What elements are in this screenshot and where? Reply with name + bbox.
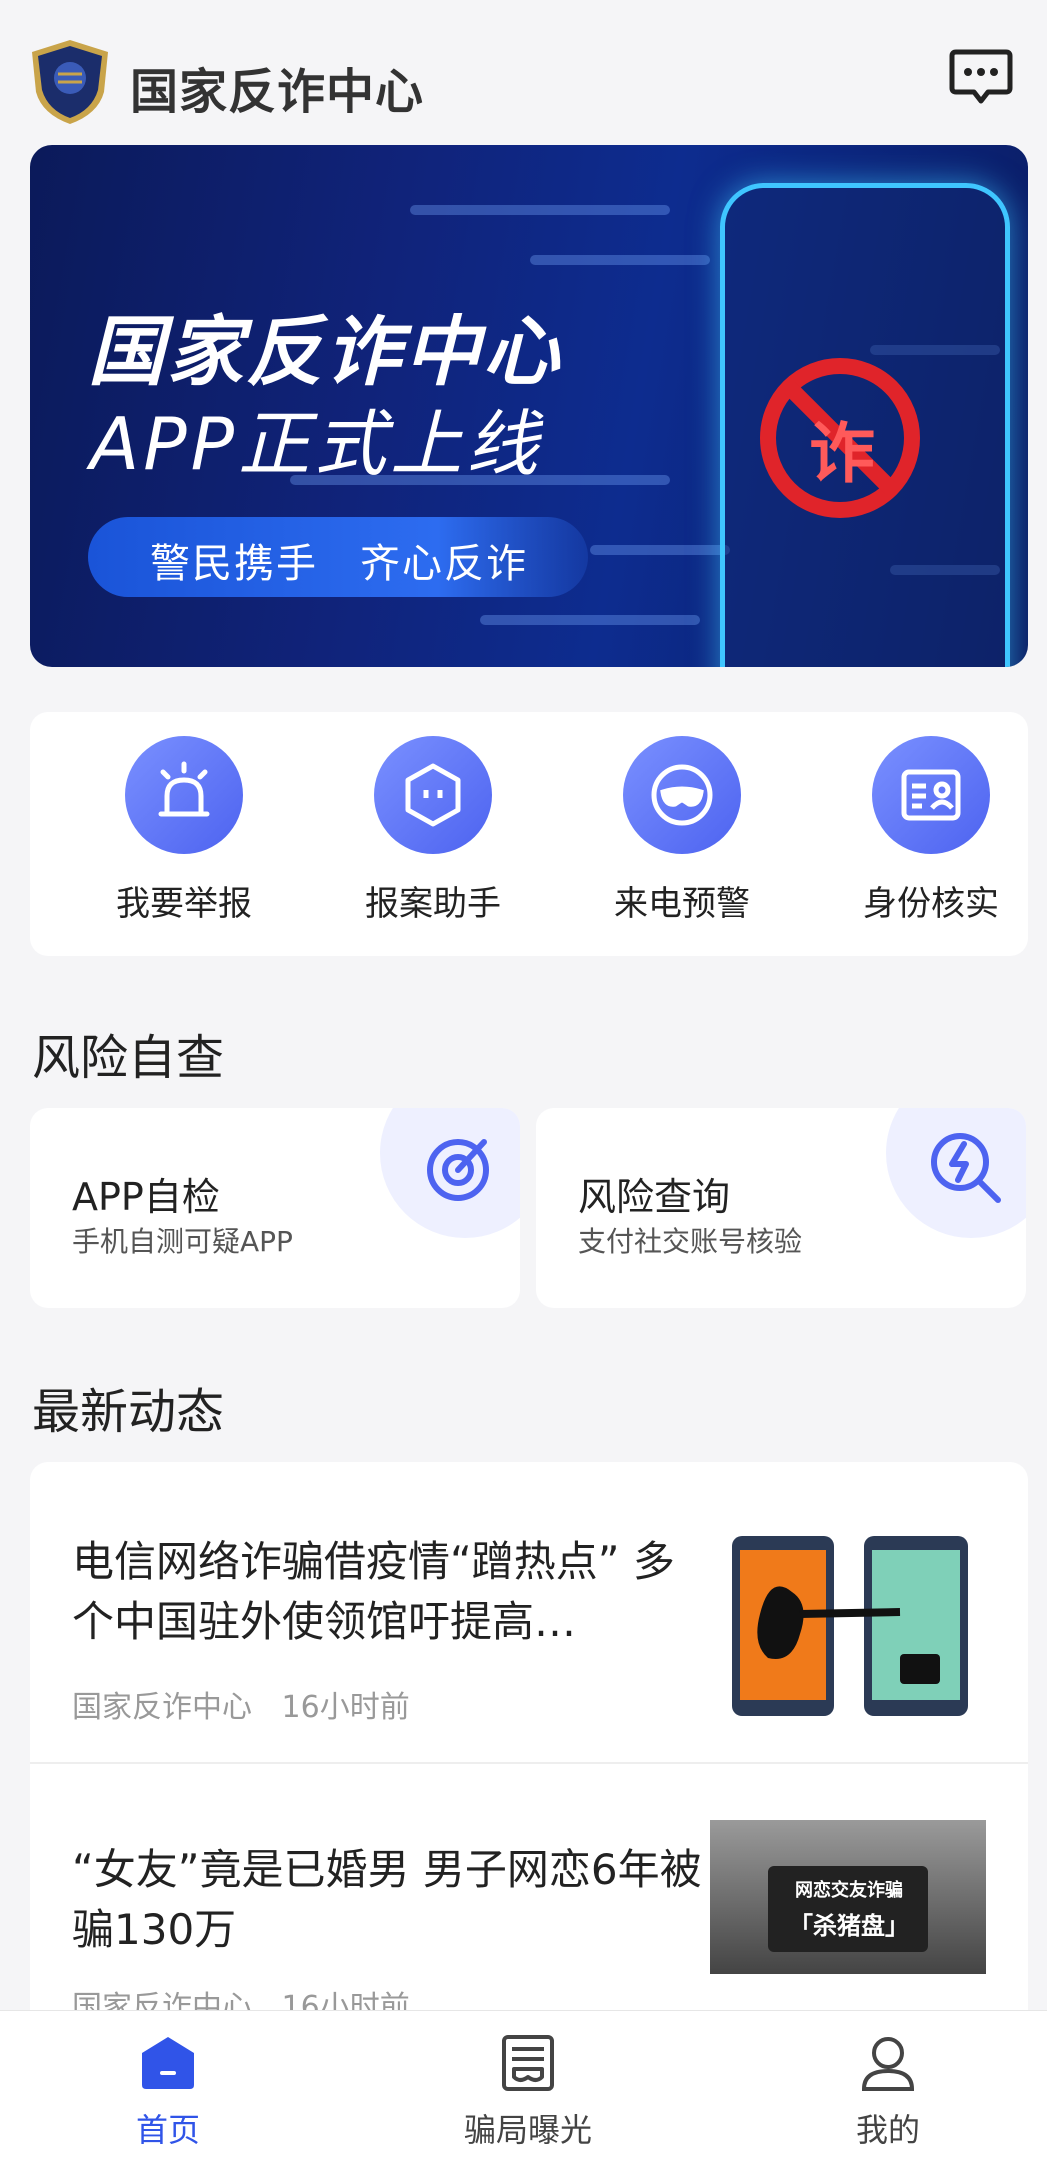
quick-action-label: 来电预警 [614, 884, 750, 924]
news-list: 电信网络诈骗借疫情“蹭热点” 多个中国驻外使领馆吁提高… 国家反诈中心 16小时… [30, 1462, 1028, 2025]
phone-illustration: 诈 [720, 183, 1010, 667]
quick-action-label: 身份核实 [863, 884, 999, 924]
news-thumbnail: 网恋交友诈骗 「杀猪盘」 [710, 1820, 986, 1974]
risk-card-app-check[interactable]: APP自检 手机自测可疑APP [30, 1108, 520, 1308]
news-item[interactable]: 电信网络诈骗借疫情“蹭热点” 多个中国驻外使领馆吁提高… 国家反诈中心 16小时… [30, 1462, 1028, 1764]
banner-streak [410, 205, 670, 215]
robot-icon [374, 736, 492, 854]
tab-home[interactable]: 首页 [68, 2033, 268, 2151]
banner-subtitle: APP正式上线 [90, 402, 543, 486]
tab-label: 骗局曝光 [463, 2111, 592, 2149]
risk-card-subtitle: 手机自测可疑APP [72, 1225, 293, 1258]
section-title-news: 最新动态 [32, 1384, 225, 1440]
banner-slogan: 警民携手 齐心反诈 [150, 541, 528, 587]
quick-action-id-verify[interactable]: 身份核实 [841, 736, 1021, 925]
police-badge-logo [28, 38, 112, 126]
home-icon [68, 2033, 268, 2097]
user-icon [788, 2033, 988, 2097]
tab-mine[interactable]: 我的 [788, 2033, 988, 2151]
search-flash-icon [928, 1130, 1004, 1206]
news-meta: 国家反诈中心 16小时前 [72, 1682, 410, 1726]
banner-streak [590, 545, 730, 555]
risk-card-title: APP自检 [72, 1175, 220, 1219]
quick-actions-card: 我要举报 报案助手 来电预警 身份核实 [30, 712, 1028, 956]
quick-action-report[interactable]: 我要举报 [94, 736, 274, 925]
mask-icon [623, 736, 741, 854]
news-item[interactable]: “女友”竟是已婚男 男子网恋6年被骗130万 国家反诈中心 16小时前 网恋交友… [30, 1764, 1028, 2025]
risk-card-subtitle: 支付社交账号核验 [578, 1225, 803, 1258]
app-header: 国家反诈中心 [0, 0, 1047, 140]
thumb-caption: 网恋交友诈骗 [795, 1880, 903, 1901]
section-title-risk: 风险自查 [32, 1030, 225, 1086]
quick-action-label: 报案助手 [365, 884, 501, 924]
chat-bubble-icon[interactable] [948, 48, 1014, 106]
quick-action-assistant[interactable]: 报案助手 [343, 736, 523, 925]
news-title: “女友”竟是已婚男 男子网恋6年被骗130万 [72, 1845, 702, 1954]
quick-action-label: 我要举报 [116, 884, 252, 924]
risk-card-risk-query[interactable]: 风险查询 支付社交账号核验 [536, 1108, 1026, 1308]
newspaper-icon [428, 2033, 628, 2097]
alarm-icon [125, 736, 243, 854]
bottom-tab-bar: 首页 骗局曝光 我的 [0, 2010, 1047, 2175]
promo-banner[interactable]: 诈 国家反诈中心 APP正式上线 警民携手 齐心反诈 [30, 145, 1028, 667]
phone-badge-text: 诈 [809, 415, 875, 492]
banner-title: 国家反诈中心 [88, 307, 562, 396]
news-source: 国家反诈中心 [72, 1690, 252, 1725]
app-title: 国家反诈中心 [130, 64, 425, 120]
tab-scam-exposure[interactable]: 骗局曝光 [428, 2033, 628, 2151]
tab-label: 首页 [135, 2111, 200, 2149]
quick-action-call-alert[interactable]: 来电预警 [592, 736, 772, 925]
tab-label: 我的 [855, 2111, 920, 2149]
banner-streak [530, 255, 710, 265]
risk-card-title: 风险查询 [578, 1175, 731, 1219]
news-thumbnail [730, 1534, 970, 1718]
news-title: 电信网络诈骗借疫情“蹭热点” 多个中国驻外使领馆吁提高… [72, 1537, 675, 1646]
thumb-caption: 「杀猪盘」 [789, 1912, 909, 1940]
id-card-icon [872, 736, 990, 854]
banner-streak [480, 615, 700, 625]
target-icon [422, 1130, 498, 1206]
news-time: 16小时前 [281, 1690, 410, 1725]
